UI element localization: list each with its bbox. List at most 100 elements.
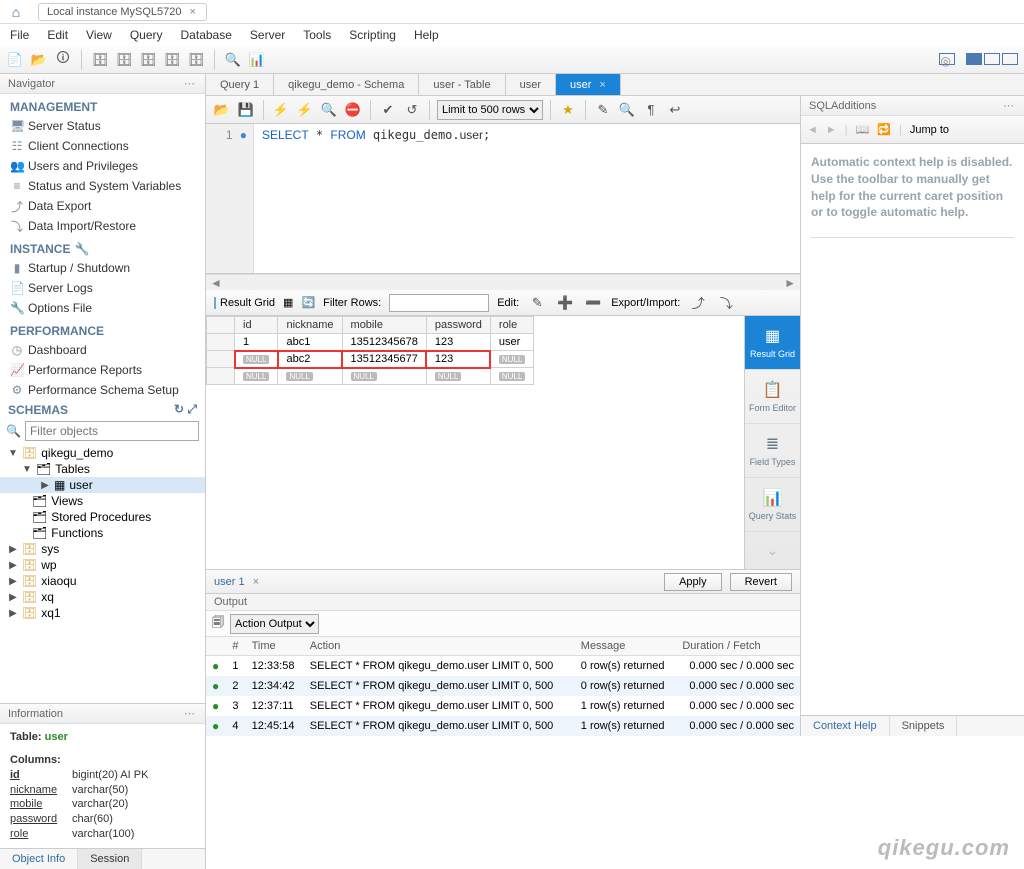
- etab-user-table[interactable]: user - Table: [419, 74, 505, 95]
- execute-current-icon[interactable]: ⚡: [295, 100, 315, 120]
- home-icon[interactable]: ⌂: [6, 3, 26, 21]
- nav-data-export[interactable]: ⤴Data Export: [0, 196, 205, 216]
- menu-server[interactable]: Server: [250, 28, 285, 42]
- tree-db-wp[interactable]: ▶🗄wp: [0, 557, 205, 573]
- side-tab-query-stats[interactable]: 📊Query Stats: [745, 478, 801, 532]
- nav-perf-reports[interactable]: 📈Performance Reports: [0, 360, 205, 380]
- nav-server-status[interactable]: 🖥Server Status: [0, 116, 205, 136]
- etab-user-active[interactable]: user×: [556, 74, 621, 95]
- tab-context-help[interactable]: Context Help: [801, 716, 890, 736]
- rollback-icon[interactable]: ↺: [402, 100, 422, 120]
- star-icon[interactable]: ★: [558, 100, 578, 120]
- nav-startup-shutdown[interactable]: ▮Startup / Shutdown: [0, 258, 205, 278]
- db-config-icon[interactable]: 🗄: [139, 51, 157, 69]
- tree-fn[interactable]: 🗂Functions: [0, 525, 205, 541]
- wrap-icon[interactable]: ↩: [665, 100, 685, 120]
- tab-snippets[interactable]: Snippets: [890, 716, 958, 736]
- stop-icon[interactable]: ⛔: [343, 100, 363, 120]
- pin-icon[interactable]: ¶: [641, 100, 661, 120]
- close-icon[interactable]: ×: [190, 6, 196, 18]
- dashboard-icon[interactable]: 📊: [248, 51, 266, 69]
- tree-tables[interactable]: ▼🗂Tables: [0, 461, 205, 477]
- tree-db-xiaoqu[interactable]: ▶🗄xiaoqu: [0, 573, 205, 589]
- open-file-icon[interactable]: 📂: [212, 100, 232, 120]
- nav-users-privileges[interactable]: 👥Users and Privileges: [0, 156, 205, 176]
- export-result-icon[interactable]: ⤴: [688, 293, 708, 313]
- output-clear-icon[interactable]: 🗐: [212, 613, 224, 634]
- db-icon[interactable]: 🗄: [91, 51, 109, 69]
- find-icon[interactable]: 🔍: [617, 100, 637, 120]
- nav-status-vars[interactable]: ≡Status and System Variables: [0, 176, 205, 196]
- apply-button[interactable]: Apply: [664, 573, 722, 591]
- auto-help-icon[interactable]: 🔁: [877, 123, 891, 136]
- close-result-icon[interactable]: ×: [253, 576, 259, 588]
- tab-session[interactable]: Session: [78, 849, 142, 869]
- add-row-icon[interactable]: ➕: [555, 293, 575, 313]
- close-icon[interactable]: ×: [599, 79, 605, 91]
- next-icon[interactable]: ►: [826, 124, 837, 136]
- new-sql-icon[interactable]: 📄: [6, 51, 24, 69]
- panel-controls[interactable]: ⋯: [184, 77, 197, 90]
- tree-table-user[interactable]: ▶▦user: [0, 477, 205, 493]
- tree-db-xq1[interactable]: ▶🗄xq1: [0, 605, 205, 621]
- menu-view[interactable]: View: [86, 28, 112, 42]
- etab-query1[interactable]: Query 1: [206, 74, 274, 95]
- menu-database[interactable]: Database: [181, 28, 232, 42]
- beautify-icon[interactable]: ✎: [593, 100, 613, 120]
- nav-client-connections[interactable]: ☷Client Connections: [0, 136, 205, 156]
- connection-tab[interactable]: Local instance MySQL5720 ×: [38, 3, 207, 21]
- menu-file[interactable]: File: [10, 28, 29, 42]
- edit-row-icon[interactable]: ✎: [527, 293, 547, 313]
- limit-select[interactable]: Limit to 500 rows: [437, 100, 543, 120]
- refresh-icon[interactable]: 🔄: [301, 296, 315, 309]
- prev-icon[interactable]: ◄: [807, 124, 818, 136]
- save-icon[interactable]: 💾: [236, 100, 256, 120]
- menu-help[interactable]: Help: [414, 28, 439, 42]
- side-tab-result-grid[interactable]: ▦Result Grid: [745, 316, 801, 370]
- etab-user-1[interactable]: user: [506, 74, 556, 95]
- result-grid[interactable]: idnicknamemobilepasswordrole1abc11351234…: [206, 316, 744, 569]
- db-migrate-icon[interactable]: 🗄: [187, 51, 205, 69]
- editor-scrollbar[interactable]: ◄►: [206, 274, 800, 290]
- delete-row-icon[interactable]: ➖: [583, 293, 603, 313]
- schema-tree[interactable]: ▼🗄qikegu_demo ▼🗂Tables ▶▦user 🗂Views 🗂St…: [0, 443, 205, 703]
- tree-db-qikegu[interactable]: ▼🗄qikegu_demo: [0, 445, 205, 461]
- execute-icon[interactable]: ⚡: [271, 100, 291, 120]
- menu-tools[interactable]: Tools: [303, 28, 331, 42]
- filter-rows-input[interactable]: [389, 294, 489, 312]
- tree-db-sys[interactable]: ▶🗄sys: [0, 541, 205, 557]
- nav-server-logs[interactable]: 📄Server Logs: [0, 278, 205, 298]
- search-icon[interactable]: 🔍: [224, 51, 242, 69]
- menu-query[interactable]: Query: [130, 28, 163, 42]
- nav-dashboard[interactable]: ◷Dashboard: [0, 340, 205, 360]
- import-result-icon[interactable]: ⤵: [716, 293, 736, 313]
- tab-object-info[interactable]: Object Info: [0, 849, 78, 869]
- result-doc-label[interactable]: user 1: [214, 576, 245, 588]
- schemas-controls[interactable]: ↻ ⤢: [174, 402, 197, 417]
- tree-db-xq[interactable]: ▶🗄xq: [0, 589, 205, 605]
- inspector-icon[interactable]: 🛈: [54, 51, 72, 69]
- schema-filter-input[interactable]: [25, 421, 199, 441]
- layout-switcher[interactable]: ◎: [939, 53, 1018, 67]
- etab-schema[interactable]: qikegu_demo - Schema: [274, 74, 419, 95]
- menu-edit[interactable]: Edit: [47, 28, 68, 42]
- output-type-select[interactable]: Action Output: [230, 614, 319, 634]
- tree-views[interactable]: 🗂Views: [0, 493, 205, 509]
- commit-icon[interactable]: ✔: [378, 100, 398, 120]
- db-add-icon[interactable]: 🗄: [115, 51, 133, 69]
- grid-view-icon[interactable]: ▦: [283, 296, 293, 309]
- nav-perf-schema[interactable]: ⚙Performance Schema Setup: [0, 380, 205, 400]
- side-tab-form-editor[interactable]: 📋Form Editor: [745, 370, 801, 424]
- side-tab-field-types[interactable]: ≣Field Types: [745, 424, 801, 478]
- help-icon[interactable]: 📖: [856, 123, 870, 136]
- tree-sp[interactable]: 🗂Stored Procedures: [0, 509, 205, 525]
- db-sync-icon[interactable]: 🗄: [163, 51, 181, 69]
- nav-options-file[interactable]: 🔧Options File: [0, 298, 205, 318]
- menu-scripting[interactable]: Scripting: [349, 28, 396, 42]
- sql-editor[interactable]: 1 ● SELECT * FROM qikegu_demo.user;: [206, 124, 800, 274]
- open-sql-icon[interactable]: 📂: [30, 51, 48, 69]
- side-tab-more[interactable]: ⌄: [745, 532, 801, 569]
- explain-icon[interactable]: 🔍: [319, 100, 339, 120]
- revert-button[interactable]: Revert: [730, 573, 792, 591]
- nav-data-import[interactable]: ⤵Data Import/Restore: [0, 216, 205, 236]
